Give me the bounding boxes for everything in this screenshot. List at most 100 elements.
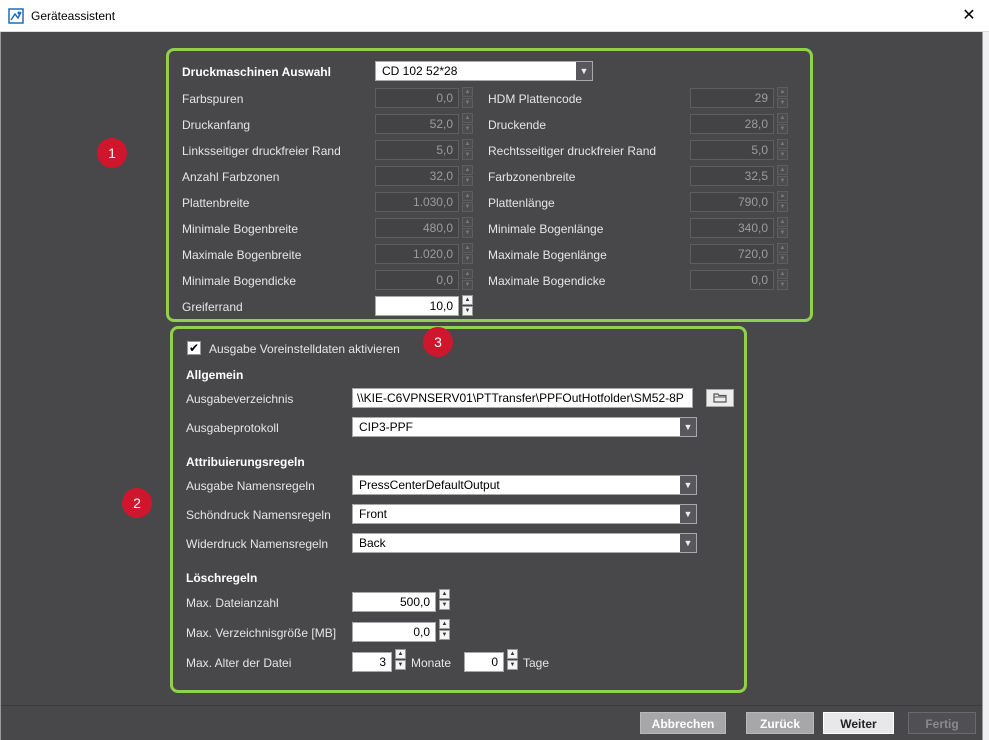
window-title: Geräteassistent xyxy=(31,9,116,23)
general-heading: Allgemein xyxy=(186,368,244,382)
front-naming-value: Front xyxy=(359,507,388,521)
field-min-bogenbreite[interactable]: 480,0 xyxy=(375,218,459,238)
field-druckende[interactable]: 28,0 xyxy=(690,114,774,134)
front-naming-select[interactable]: Front ▼ xyxy=(352,504,697,524)
close-button[interactable]: ✕ xyxy=(949,0,989,31)
output-naming-label: Ausgabe Namensregeln xyxy=(186,479,315,493)
spinner-hdm-plattencode[interactable]: ▲ ▼ xyxy=(777,87,788,109)
output-protocol-select[interactable]: CIP3-PPF ▼ xyxy=(352,417,697,437)
finish-button[interactable]: Fertig xyxy=(908,712,976,734)
spinner-max-bogenbreite[interactable]: ▲ ▼ xyxy=(462,243,473,265)
field-label-min-bogenbreite: Minimale Bogenbreite xyxy=(182,222,299,236)
max-size-spinner[interactable]: ▲ ▼ xyxy=(439,619,450,641)
spinner-farbspuren[interactable]: ▲ ▼ xyxy=(462,87,473,109)
field-label-hdm-plattencode: HDM Plattencode xyxy=(488,92,583,106)
output-enable-checkbox[interactable]: ✔ xyxy=(187,341,201,355)
spinner-farbzonen[interactable]: ▲ ▼ xyxy=(462,165,473,187)
spinner-min-bogenlaenge[interactable]: ▲ ▼ xyxy=(777,217,788,239)
output-dir-label: Ausgabeverzeichnis xyxy=(186,392,294,406)
field-label-greiferrand: Greiferrand xyxy=(182,300,243,314)
spinner-max-bogenlaenge[interactable]: ▲ ▼ xyxy=(777,243,788,265)
output-dir-input[interactable]: \\KIE-C6VPNSERV01\PTTransfer\PPFOutHotfo… xyxy=(352,388,693,408)
max-files-label: Max. Dateianzahl xyxy=(186,596,279,610)
press-machine-value: CD 102 52*28 xyxy=(382,64,458,78)
field-plattenbreite[interactable]: 1.030,0 xyxy=(375,192,459,212)
field-label-min-bogenlaenge: Minimale Bogenlänge xyxy=(488,222,604,236)
days-input[interactable]: 0 xyxy=(464,652,504,672)
chevron-down-icon: ▼ xyxy=(680,418,696,436)
max-size-input[interactable]: 0,0 xyxy=(352,622,436,642)
field-druckanfang[interactable]: 52,0 xyxy=(375,114,459,134)
chevron-down-icon: ▼ xyxy=(680,476,696,494)
field-label-max-bogendicke: Maximale Bogendicke xyxy=(488,274,606,288)
marker-1: 1 xyxy=(97,138,127,168)
spinner-greiferrand[interactable]: ▲ ▼ xyxy=(462,295,473,317)
field-farbzonen[interactable]: 32,0 xyxy=(375,166,459,186)
months-spinner[interactable]: ▲ ▼ xyxy=(395,649,406,671)
folder-icon xyxy=(713,393,727,403)
spinner-plattenbreite[interactable]: ▲ ▼ xyxy=(462,191,473,213)
field-label-min-bogendicke: Minimale Bogendicke xyxy=(182,274,297,288)
field-min-bogendicke[interactable]: 0,0 xyxy=(375,270,459,290)
field-linksrand[interactable]: 5,0 xyxy=(375,140,459,160)
spinner-max-bogendicke[interactable]: ▲ ▼ xyxy=(777,269,788,291)
spinner-rechtsrand[interactable]: ▲ ▼ xyxy=(777,139,788,161)
output-protocol-label: Ausgabeprotokoll xyxy=(186,421,279,435)
spinner-min-bogendicke[interactable]: ▲ ▼ xyxy=(462,269,473,291)
field-label-druckende: Druckende xyxy=(488,118,547,132)
field-label-plattenlaenge: Plattenlänge xyxy=(488,196,555,210)
field-max-bogenbreite[interactable]: 1.020,0 xyxy=(375,244,459,264)
spinner-druckanfang[interactable]: ▲ ▼ xyxy=(462,113,473,135)
back-naming-select[interactable]: Back ▼ xyxy=(352,533,697,553)
title-bar: Geräteassistent ✕ xyxy=(0,0,989,32)
months-label: Monate xyxy=(411,656,452,670)
field-label-rechtsrand: Rechtsseitiger druckfreier Rand xyxy=(488,144,657,158)
app-icon xyxy=(8,8,24,24)
spinner-druckende[interactable]: ▲ ▼ xyxy=(777,113,788,135)
field-max-bogenlaenge[interactable]: 720,0 xyxy=(690,244,774,264)
field-label-farbzonenbreite: Farbzonenbreite xyxy=(488,170,576,184)
field-hdm-plattencode[interactable]: 29 xyxy=(690,88,774,108)
max-age-label: Max. Alter der Datei xyxy=(186,656,292,670)
field-label-druckanfang: Druckanfang xyxy=(182,118,251,132)
press-machine-select[interactable]: CD 102 52*28 ▼ xyxy=(375,61,593,81)
chevron-down-icon: ▼ xyxy=(576,62,592,80)
browse-folder-button[interactable] xyxy=(706,389,734,407)
marker-3: 3 xyxy=(423,327,453,357)
scrollbar-track[interactable] xyxy=(982,32,989,740)
field-label-plattenbreite: Plattenbreite xyxy=(182,196,250,210)
field-min-bogenlaenge[interactable]: 340,0 xyxy=(690,218,774,238)
window-border-left xyxy=(0,32,1,740)
max-files-spinner[interactable]: ▲ ▼ xyxy=(439,589,450,611)
days-label: Tage xyxy=(523,656,550,670)
press-heading: Druckmaschinen Auswahl xyxy=(182,65,331,79)
spinner-plattenlaenge[interactable]: ▲ ▼ xyxy=(777,191,788,213)
delete-heading: Löschregeln xyxy=(186,571,258,585)
field-label-max-bogenlaenge: Maximale Bogenlänge xyxy=(488,248,607,262)
field-farbzonenbreite[interactable]: 32,5 xyxy=(690,166,774,186)
output-naming-value: PressCenterDefaultOutput xyxy=(359,478,500,492)
spinner-linksrand[interactable]: ▲ ▼ xyxy=(462,139,473,161)
days-spinner[interactable]: ▲ ▼ xyxy=(507,649,518,671)
footer-divider xyxy=(1,705,982,706)
output-naming-select[interactable]: PressCenterDefaultOutput ▼ xyxy=(352,475,697,495)
cancel-button[interactable]: Abbrechen xyxy=(640,712,726,734)
field-greiferrand[interactable]: 10,0 xyxy=(375,296,459,316)
back-naming-value: Back xyxy=(359,536,386,550)
marker-2: 2 xyxy=(122,488,152,518)
field-plattenlaenge[interactable]: 790,0 xyxy=(690,192,774,212)
next-button[interactable]: Weiter xyxy=(823,712,894,734)
field-label-farbspuren: Farbspuren xyxy=(182,92,244,106)
spinner-farbzonenbreite[interactable]: ▲ ▼ xyxy=(777,165,788,187)
field-max-bogendicke[interactable]: 0,0 xyxy=(690,270,774,290)
max-files-input[interactable]: 500,0 xyxy=(352,592,436,612)
max-size-label: Max. Verzeichnisgröße [MB] xyxy=(186,626,337,640)
field-farbspuren[interactable]: 0,0 xyxy=(375,88,459,108)
front-naming-label: Schöndruck Namensregeln xyxy=(186,508,331,522)
output-protocol-value: CIP3-PPF xyxy=(359,420,414,434)
months-input[interactable]: 3 xyxy=(352,652,392,672)
spinner-min-bogenbreite[interactable]: ▲ ▼ xyxy=(462,217,473,239)
back-button[interactable]: Zurück xyxy=(746,712,814,734)
chevron-down-icon: ▼ xyxy=(680,534,696,552)
field-rechtsrand[interactable]: 5,0 xyxy=(690,140,774,160)
